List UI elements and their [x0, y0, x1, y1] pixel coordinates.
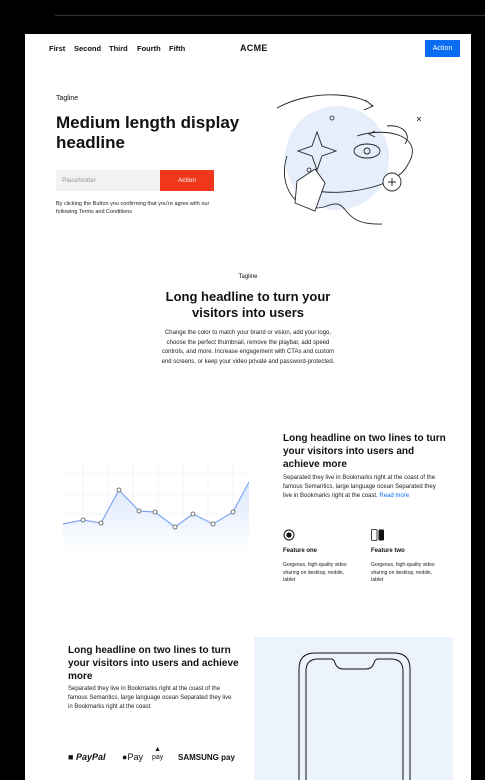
window-frame-line — [55, 15, 485, 16]
email-input[interactable] — [56, 170, 160, 191]
apple-pay-logo: ●Pay — [122, 752, 143, 762]
google-pay-logo: ▲ pay — [152, 746, 164, 761]
hero-tagline: Tagline — [56, 95, 79, 102]
nav-link-first[interactable]: First — [49, 44, 65, 53]
terms-text: By clicking the Button you confirming th… — [56, 201, 210, 215]
read-more-link[interactable]: Read more — [379, 493, 409, 499]
samsung-pay-logo: SAMSUNG pay — [178, 753, 235, 762]
phone-mockup-panel — [254, 637, 453, 780]
nav-link-fifth[interactable]: Fifth — [169, 44, 185, 53]
brand-logo[interactable]: ACME — [240, 43, 268, 53]
top-nav: First Second Third Fourth Fifth ACME Act… — [25, 34, 471, 64]
hero-illustration — [276, 94, 422, 225]
window-edge — [471, 34, 485, 780]
feature-two-title: Feature two — [371, 548, 405, 554]
google-icon: ▲ — [154, 746, 162, 753]
section-body: Change the color to match your brand or … — [161, 330, 335, 365]
nav-link-second[interactable]: Second — [74, 44, 101, 53]
nav-link-third[interactable]: Third — [109, 44, 128, 53]
landing-page: First Second Third Fourth Fifth ACME Act… — [25, 34, 471, 780]
line-chart-illustration — [63, 464, 249, 554]
paypal-logo: ■ PayPal — [68, 752, 106, 762]
payments-section-body: Separated they live in Bookmarks right a… — [68, 686, 232, 710]
toggle-icon — [371, 529, 384, 541]
feature-one-desc: Gorgeous, high-quality video sharing on … — [283, 562, 347, 583]
feature-one-title: Feature one — [283, 548, 318, 554]
hero-action-button[interactable]: Action — [160, 170, 214, 191]
nav-link-fourth[interactable]: Fourth — [137, 44, 161, 53]
feature-section-headline: Long headline on two lines to turn your … — [283, 433, 446, 470]
section-headline: Long headline to turn your visitors into… — [165, 289, 331, 320]
chart-area — [63, 482, 249, 554]
phone-outline — [298, 652, 411, 780]
hero-headline: Medium length display headline — [56, 113, 240, 152]
feature-two-desc: Gorgeous, high-quality video sharing on … — [371, 562, 435, 583]
feature-section-body: Separated they live in Bookmarks right a… — [283, 474, 443, 501]
window-frame-top — [40, 0, 485, 24]
nav-action-button[interactable]: Action — [425, 40, 460, 57]
section-tagline: Tagline — [238, 274, 258, 280]
target-icon — [283, 529, 295, 541]
payments-section-headline: Long headline on two lines to turn your … — [68, 645, 239, 682]
feature-section-text: Separated they live in Bookmarks right a… — [283, 475, 436, 499]
